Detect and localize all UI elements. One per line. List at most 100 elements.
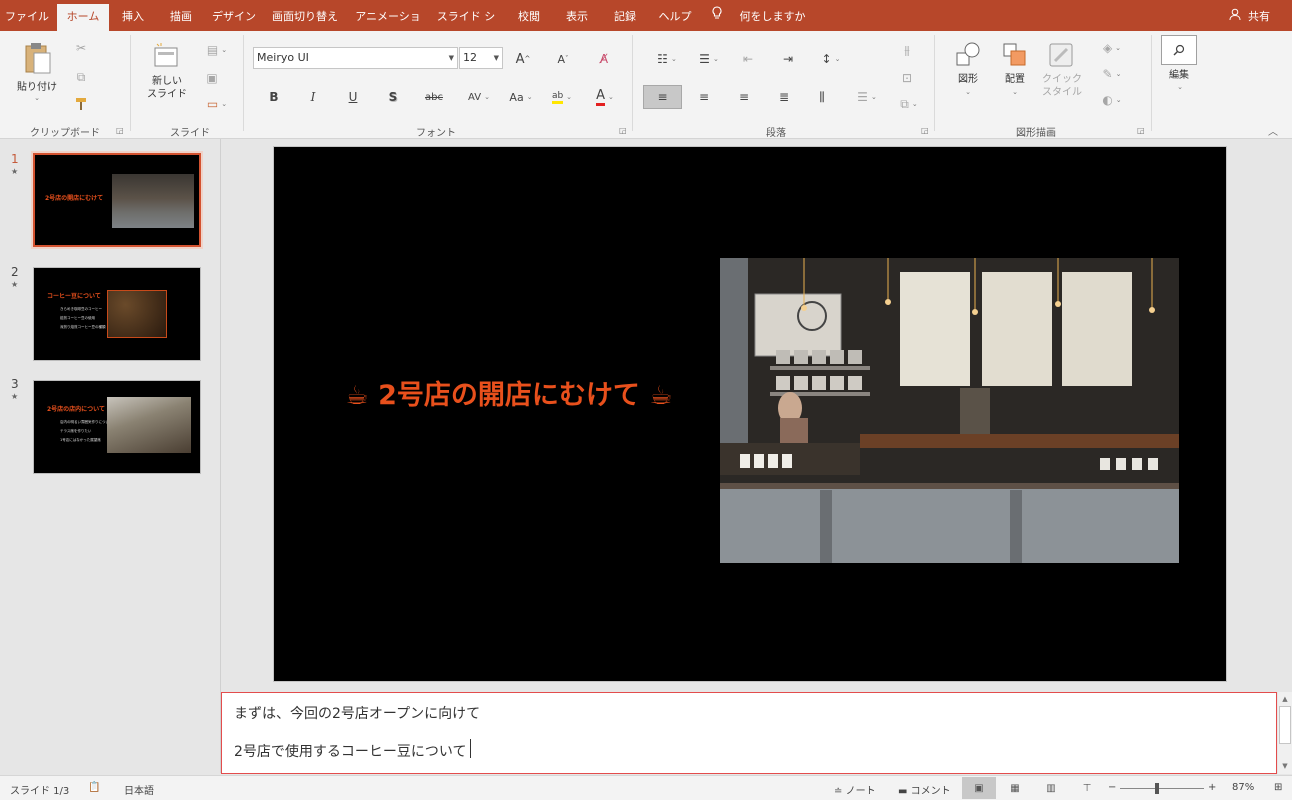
columns-icon[interactable]: ⫼ <box>812 87 832 107</box>
slide-canvas[interactable]: ☕ 2号店の開店にむけて ☕ <box>273 146 1227 682</box>
section-icon[interactable]: ▭ ⌄ <box>202 95 232 113</box>
change-case-button[interactable]: Aa ⌄ <box>506 86 536 108</box>
zoom-slider-thumb[interactable] <box>1155 783 1159 794</box>
animation-star-icon: ★ <box>11 392 19 401</box>
underline-button[interactable]: U <box>342 86 364 108</box>
thumb-photo <box>107 290 167 338</box>
copy-icon[interactable]: ⧉ <box>72 68 90 86</box>
tab-view[interactable]: 表示 <box>556 6 598 31</box>
spelling-check-icon[interactable]: 📋 <box>88 782 100 793</box>
quick-styles-icon[interactable] <box>1045 39 1077 71</box>
smartart-icon[interactable]: ⧉ ⌄ <box>895 95 923 113</box>
tab-record[interactable]: 記録 <box>604 6 646 31</box>
tab-draw[interactable]: 描画 <box>160 6 202 31</box>
scroll-up-icon[interactable]: ▲ <box>1279 695 1291 703</box>
shrink-font-icon[interactable]: Aˇ <box>552 49 574 69</box>
tab-help[interactable]: ヘルプ <box>652 6 698 31</box>
ribbon-tab-bar: ファイル ホーム 挿入 描画 デザイン 画面切り替え アニメーション スライド … <box>0 0 1292 45</box>
slide-thumbnail-2[interactable]: コーヒー豆について きらめき珈琲豆のコーヒー 焙煎コーヒー豆の使用 深煎り焙煎コ… <box>33 267 201 361</box>
zoom-slider[interactable] <box>1120 788 1204 789</box>
bold-button[interactable]: B <box>263 86 285 108</box>
font-launcher-icon[interactable]: ◲ <box>619 126 627 135</box>
vertical-align-icon[interactable]: ⊡ <box>895 69 919 87</box>
notes-label: ノート <box>845 786 876 797</box>
shape-fill-icon[interactable]: ◈ ⌄ <box>1094 39 1130 57</box>
shape-effects-icon[interactable]: ◐ ⌄ <box>1094 91 1130 109</box>
clear-formatting-icon[interactable]: A̸ <box>593 49 615 69</box>
paragraph-launcher-icon[interactable]: ◲ <box>921 126 929 135</box>
align-center-button[interactable]: ≡ <box>694 87 714 107</box>
tab-design[interactable]: デザイン <box>208 6 260 31</box>
reset-icon[interactable]: ▣ <box>202 69 222 87</box>
zoom-level[interactable]: 87% <box>1232 782 1254 793</box>
notes-icon: ≐ <box>834 786 843 797</box>
editing-button[interactable] <box>1161 35 1197 65</box>
normal-view-button[interactable]: ▣ <box>962 777 996 799</box>
paste-icon <box>25 43 51 74</box>
slide-title-box[interactable]: ☕ 2号店の開店にむけて ☕ <box>329 373 689 412</box>
layout-icon[interactable]: ▤ ⌄ <box>202 41 232 59</box>
notes-scrollbar[interactable]: ▲ ▼ <box>1278 692 1292 774</box>
arrange-icon[interactable] <box>999 39 1031 71</box>
collapse-ribbon-icon[interactable]: ︿ <box>1268 123 1278 138</box>
tab-transitions[interactable]: 画面切り替え <box>266 6 344 31</box>
comments-toggle[interactable]: ▬ コメント <box>898 782 951 797</box>
align-right-button[interactable]: ≡ <box>734 87 754 107</box>
thumb-number: 2 <box>11 265 19 279</box>
font-size-combo[interactable]: 12 ▼ <box>459 47 503 69</box>
decrease-indent-icon[interactable]: ⇤ <box>738 49 758 69</box>
numbering-button[interactable]: ☰ ⌄ <box>692 49 726 69</box>
cut-icon[interactable]: ✂ <box>72 39 90 57</box>
shadow-button[interactable]: S <box>382 86 404 108</box>
text-direction-icon[interactable]: ⫵ <box>895 41 919 59</box>
justify-button[interactable]: ≣ <box>774 87 794 107</box>
tab-slideshow[interactable]: スライド ショー <box>432 6 500 45</box>
increase-indent-icon[interactable]: ⇥ <box>778 49 798 69</box>
scroll-thumb[interactable] <box>1279 706 1291 744</box>
share-button[interactable]: 共有 <box>1229 6 1270 28</box>
font-name-combo[interactable]: Meiryo UI ▼ <box>253 47 458 69</box>
tell-me-box[interactable]: 何をしますか <box>712 6 806 28</box>
slide-thumbnail-3[interactable]: 2号店の店内について 店内の明るい雰囲気作りについて テラス席を作りたい 1号店… <box>33 380 201 474</box>
cafe-photo[interactable] <box>720 258 1179 563</box>
align-left-button[interactable]: ≡ <box>643 85 682 109</box>
tab-file[interactable]: ファイル <box>2 6 52 31</box>
speaker-notes-pane[interactable]: まずは、今回の2号店オープンに向けて 2号店で使用するコーヒー豆について <box>221 692 1277 774</box>
reading-view-button[interactable]: ▥ <box>1034 777 1068 799</box>
align-text-icon[interactable]: ☰ ⌄ <box>852 87 882 107</box>
slideshow-button[interactable]: ⊤ <box>1070 777 1104 799</box>
tab-review[interactable]: 校閲 <box>508 6 550 31</box>
zoom-in-icon[interactable]: + <box>1208 782 1216 793</box>
font-size-caret: ▼ <box>493 54 499 62</box>
strikethrough-button[interactable]: abc <box>422 86 446 108</box>
coffee-cup-icon: ☕ <box>345 381 369 411</box>
tab-animations[interactable]: アニメーション <box>350 6 426 45</box>
new-slide-button[interactable] <box>150 39 182 73</box>
italic-button[interactable]: I <box>302 86 324 108</box>
new-slide-label: 新しい スライド <box>147 76 187 100</box>
language-indicator[interactable]: 日本語 <box>124 782 154 797</box>
zoom-out-icon[interactable]: − <box>1108 782 1116 793</box>
slide-thumbnails-pane: 1 ★ 2号店の開店にむけて 2 ★ コーヒー豆について きらめき珈琲豆のコーヒ… <box>0 139 221 773</box>
tab-home[interactable]: ホーム <box>57 4 109 31</box>
fit-slide-icon[interactable]: ⊞ <box>1274 782 1282 793</box>
character-spacing-button[interactable]: AV ⌄ <box>464 86 494 108</box>
grow-font-icon[interactable]: A ^ <box>512 49 534 69</box>
shape-outline-icon[interactable]: ✎ ⌄ <box>1094 65 1130 83</box>
slide-thumbnail-1[interactable]: 2号店の開店にむけて <box>31 151 203 249</box>
line-spacing-icon[interactable]: ↕ ⌄ <box>816 49 846 69</box>
drawing-launcher-icon[interactable]: ◲ <box>1137 126 1145 135</box>
highlight-button[interactable]: ab ⌄ <box>545 86 579 108</box>
notes-toggle[interactable]: ≐ ノート <box>834 782 876 797</box>
paste-button[interactable] <box>18 39 56 77</box>
clipboard-launcher-icon[interactable]: ◲ <box>116 126 124 135</box>
scroll-down-icon[interactable]: ▼ <box>1279 762 1291 770</box>
thumb-bullet: 店内の明るい雰囲気作りについて <box>60 420 113 424</box>
paste-dropdown-caret[interactable]: ⌄ <box>34 92 40 105</box>
tab-insert[interactable]: 挿入 <box>112 6 154 31</box>
bullets-button[interactable]: ☷ ⌄ <box>650 49 684 69</box>
shapes-icon[interactable] <box>952 39 984 71</box>
format-painter-icon[interactable] <box>72 95 90 113</box>
slide-sorter-button[interactable]: ▦ <box>998 777 1032 799</box>
font-color-button[interactable]: A ⌄ <box>588 86 622 108</box>
